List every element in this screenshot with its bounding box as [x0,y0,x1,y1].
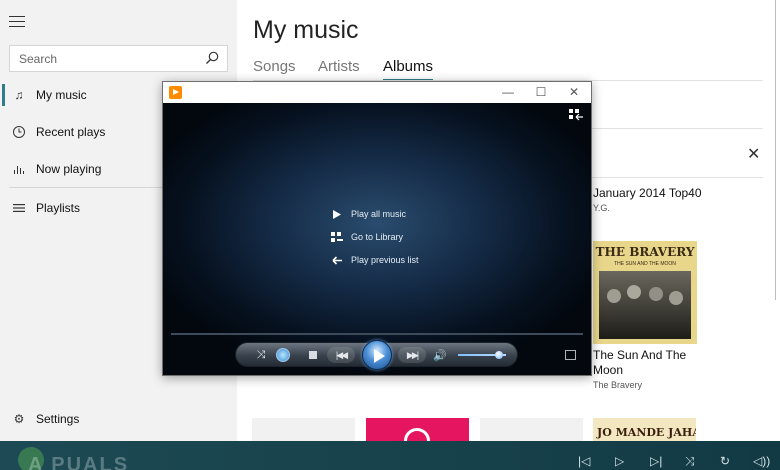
sidebar-item-label: Settings [36,412,80,426]
sidebar-item-settings[interactable]: ⚙ Settings [0,404,237,434]
volume-icon[interactable]: ◁)) [753,454,770,468]
equalizer-icon [14,166,24,174]
seek-bar[interactable] [171,333,583,335]
album-title[interactable]: January 2014 Top40 [593,186,702,201]
switch-to-library-icon[interactable] [569,109,583,121]
page-title: My music [253,16,359,44]
next-track-icon[interactable]: ▶▶| [398,347,426,363]
play-button[interactable] [362,340,392,370]
music-note-icon: ♫ [14,88,24,102]
shuffle-icon[interactable]: ⤨ [254,348,268,362]
gear-icon: ⚙ [13,412,25,426]
sidebar-item-label: Recent plays [36,125,106,139]
menu-label: Play all music [351,209,407,219]
maximize-button[interactable]: ☐ [527,84,555,101]
repeat-icon[interactable]: ↻ [720,454,730,468]
tab-albums[interactable]: Albums [383,58,434,81]
search-box [9,45,228,72]
tab-songs[interactable]: Songs [253,58,296,75]
media-player-logo-icon [169,86,182,99]
clock-icon [13,126,25,138]
sidebar-item-label: Playlists [36,201,81,215]
search-input[interactable] [10,46,200,71]
menu-label: Play previous list [351,255,419,265]
sidebar-item-label: My music [36,88,87,102]
library-grid-icon [331,232,343,242]
sidebar-item-label: Now playing [36,162,102,176]
watermark-text: A PUALS [28,454,130,470]
shuffle-icon[interactable]: ⤨ [685,454,695,469]
album-art[interactable]: JO MANDE JAHARI [593,418,696,441]
album-art[interactable] [252,418,355,441]
volume-slider-knob[interactable] [494,351,503,359]
volume-icon[interactable]: 🔊 [432,348,448,362]
close-icon[interactable]: ✕ [747,144,760,164]
previous-track-icon[interactable]: |◀◀ [327,347,355,363]
tab-artists[interactable]: Artists [318,58,360,75]
album-art[interactable]: THE BRAVERY THE SUN AND THE MOON [593,241,697,344]
player-canvas: Play all music Go to Library Play previo… [163,103,591,375]
menu-label: Go to Library [351,232,404,242]
album-art-title: THE BRAVERY [595,245,695,259]
album-art[interactable] [480,418,583,441]
album-artist[interactable]: Y.G. [593,203,610,213]
switch-to-full-screen-icon[interactable] [565,350,576,360]
album-art[interactable] [366,418,469,441]
playback-controls: ⤨ |◀◀ ▶▶| 🔊 [235,340,518,370]
hamburger-menu-icon[interactable] [9,16,25,28]
search-icon[interactable] [205,51,219,65]
album-title[interactable]: The Sun And The Moon [593,348,703,378]
album-art-title: JO MANDE JAHARI [597,426,696,439]
back-arrow-icon [332,256,342,265]
minimize-button[interactable]: — [494,84,522,101]
play-triangle-icon [333,210,341,219]
album-artist[interactable]: The Bravery [593,380,642,390]
repeat-icon[interactable] [276,348,290,362]
window-titlebar[interactable]: — ☐ ✕ [163,82,591,103]
album-art-photo [599,271,691,339]
close-window-button[interactable]: ✕ [560,84,588,101]
media-player-window: — ☐ ✕ Play all music Go to Library Play … [162,81,592,376]
stop-icon[interactable] [309,351,317,359]
album-art-subtitle: THE SUN AND THE MOON [614,261,676,267]
now-playing-bar: A PUALS |◁ ▷ ▷| ⤨ ↻ ◁)) [0,441,780,470]
next-icon[interactable]: ▷| [650,454,662,468]
scrollbar[interactable] [775,0,776,300]
previous-icon[interactable]: |◁ [578,454,590,468]
playlist-icon [13,204,25,212]
play-icon[interactable]: ▷ [615,454,624,468]
